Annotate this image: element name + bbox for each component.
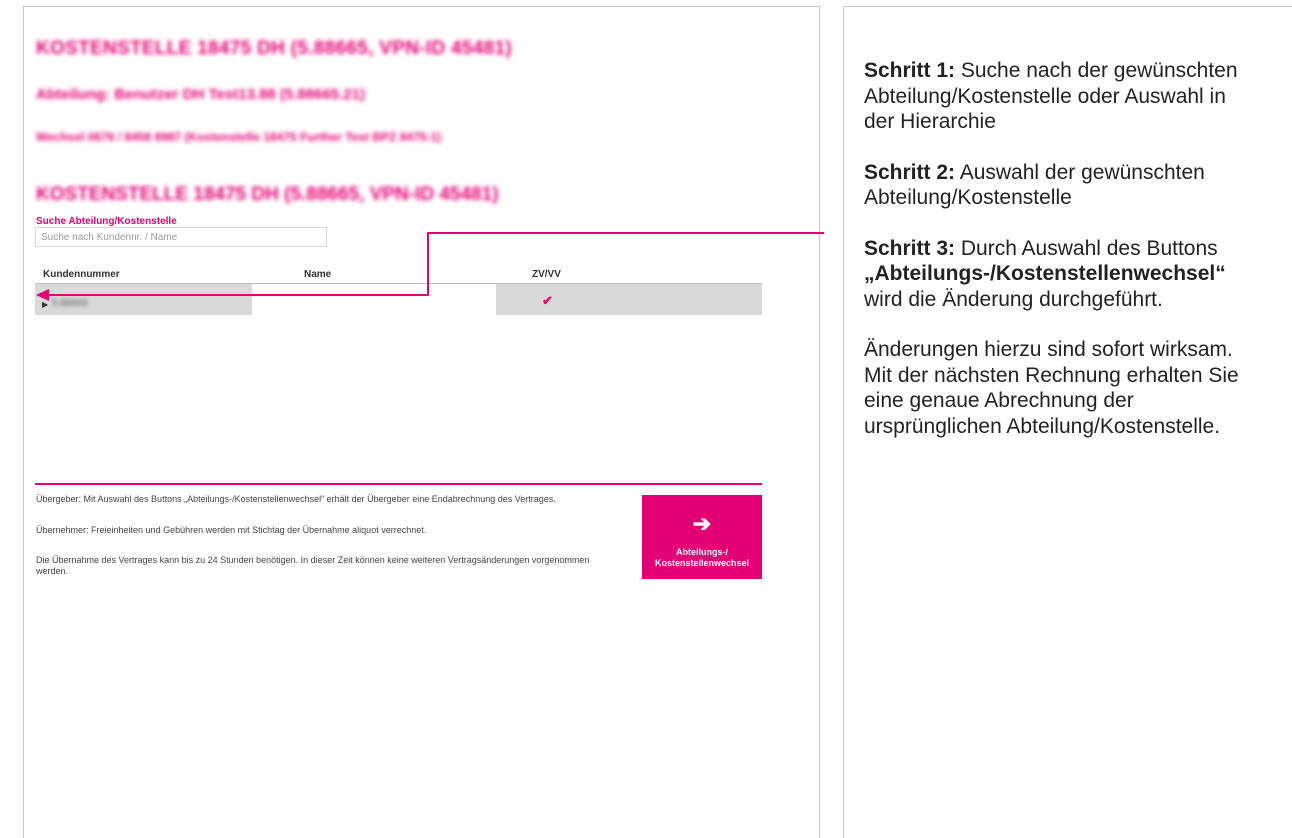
cost-center-change-button[interactable]: ➔ Abteilungs-/ Kostenstellenwechsel bbox=[642, 495, 762, 579]
note-duration: Die Übernahme des Vertrages kann bis zu … bbox=[36, 555, 590, 576]
cost-center-change-label: Abteilungs-/ Kostenstellenwechsel bbox=[654, 547, 750, 568]
page-title: KOSTENSTELLE 18475 DH (5.88665, VPN-ID 4… bbox=[36, 38, 513, 59]
department-value: Abteilung: Benutzer DH Test13.88 (5.8866… bbox=[36, 86, 365, 103]
pointer-line bbox=[427, 232, 824, 234]
step-note: Änderungen hierzu sind sofort wirksam. M… bbox=[864, 338, 1239, 438]
table-cell-kundennummer: 5.88665 bbox=[52, 298, 89, 309]
step-2-label: Schritt 2: bbox=[864, 160, 956, 184]
expand-triangle-icon[interactable]: ▶ bbox=[42, 300, 48, 309]
step-3-text-after: wird die Änderung durchgeführt. bbox=[864, 287, 1163, 311]
search-label: Suche Abteilung/Kostenstelle bbox=[36, 216, 177, 227]
pointer-line-vertical bbox=[427, 232, 429, 296]
section-divider bbox=[35, 483, 762, 485]
step-1-label: Schritt 1: bbox=[864, 59, 956, 82]
instructions: Schritt 1: Suche nach der gewünschten Ab… bbox=[864, 58, 1244, 464]
step-2: Schritt 2: Auswahl der gewünschten Abtei… bbox=[864, 160, 1244, 211]
checkmark-icon: ✔ bbox=[542, 293, 553, 308]
note-uebergeber: Übergeber: Mit Auswahl des Buttons „Abte… bbox=[36, 494, 556, 504]
pointer-line-bottom bbox=[49, 294, 429, 296]
step-3-label: Schritt 3: bbox=[864, 236, 956, 260]
department-heading: Abteilung: Benutzer DH Test13.88 (5.8866… bbox=[36, 86, 365, 103]
search-input[interactable] bbox=[35, 227, 327, 247]
column-header-kundennummer[interactable]: Kundennummer bbox=[43, 269, 120, 280]
note-uebernehmer: Übernehmer: Freieinheiten und Gebühren w… bbox=[36, 525, 427, 535]
table-cell-name[interactable] bbox=[252, 284, 496, 315]
change-heading: Wechsel 0676 / 8458 8987 (Kostenstelle 1… bbox=[36, 130, 441, 144]
column-header-zv-vv[interactable]: ZV/VV bbox=[532, 269, 561, 280]
step-1: Schritt 1: Suche nach der gewünschten Ab… bbox=[864, 58, 1244, 135]
column-header-name[interactable]: Name bbox=[304, 269, 331, 280]
table-cell-zv[interactable] bbox=[496, 284, 762, 315]
cost-center-title: KOSTENSTELLE 18475 DH (5.88665, VPN-ID 4… bbox=[36, 184, 499, 205]
step-3-button-name: „Abteilungs-/Kostenstellenwechsel“ bbox=[864, 262, 1226, 285]
step-3-text-before: Durch Auswahl des Buttons bbox=[955, 236, 1218, 260]
step-3: Schritt 3: Durch Auswahl des Buttons „Ab… bbox=[864, 236, 1244, 313]
change-value: Wechsel 0676 / 8458 8987 (Kostenstelle 1… bbox=[36, 130, 442, 144]
arrow-right-icon: ➔ bbox=[692, 511, 712, 536]
pointer-arrowhead-icon bbox=[36, 289, 49, 301]
